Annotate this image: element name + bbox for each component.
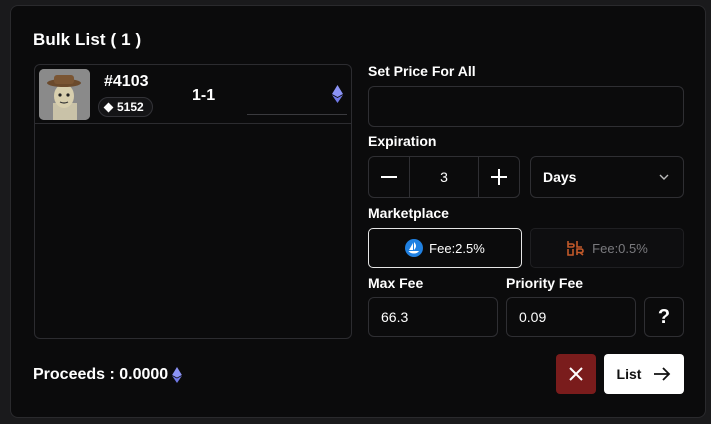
marketplace-opensea-option[interactable]: Fee:2.5% — [368, 228, 522, 268]
expiration-label: Expiration — [368, 133, 437, 149]
list-button-label: List — [616, 366, 642, 382]
eth-icon — [332, 85, 343, 108]
bulk-list-modal: Bulk List ( 1 ) #4103 5152 1-1 Set Price… — [10, 5, 706, 418]
list-item: #4103 5152 1-1 — [35, 65, 351, 124]
help-button[interactable]: ? — [644, 297, 684, 337]
rank-diamond-icon — [103, 102, 114, 112]
listing-items-panel: #4103 5152 1-1 — [34, 64, 352, 339]
item-range: 1-1 — [192, 87, 216, 104]
modal-title: Bulk List ( 1 ) — [33, 30, 142, 49]
blur-logo-icon — [567, 241, 584, 256]
opensea-fee: Fee:2.5% — [429, 240, 485, 256]
chevron-down-icon — [659, 174, 669, 180]
marketplace-blur-option[interactable]: Fee:0.5% — [530, 228, 684, 268]
item-price-input[interactable] — [247, 77, 347, 115]
expiration-unit-select[interactable]: Days — [530, 156, 684, 198]
price-for-all-label: Set Price For All — [368, 63, 476, 79]
expiration-value[interactable]: 3 — [409, 157, 479, 197]
rank-badge: 5152 — [98, 97, 153, 117]
opensea-icon — [405, 239, 424, 257]
proceeds-text: Proceeds : 0.0000 — [33, 366, 169, 383]
expiration-stepper: 3 — [368, 156, 520, 198]
token-id: #4103 — [104, 73, 149, 90]
max-fee-input[interactable]: 66.3 — [368, 297, 498, 337]
blur-fee: Fee:0.5% — [592, 240, 648, 256]
rank-value: 5152 — [117, 100, 144, 114]
marketplace-label: Marketplace — [368, 205, 449, 221]
minus-icon — [381, 176, 397, 178]
proceeds: Proceeds : 0.0000 — [33, 366, 183, 384]
decrement-button[interactable] — [369, 157, 409, 197]
expiration-unit-value: Days — [543, 169, 577, 185]
cancel-button[interactable] — [556, 354, 596, 394]
plus-icon — [491, 169, 507, 185]
nft-thumbnail — [39, 69, 90, 120]
priority-fee-label: Priority Fee — [506, 275, 584, 291]
close-icon — [569, 367, 583, 381]
list-button[interactable]: List — [604, 354, 684, 394]
arrow-right-icon — [654, 367, 671, 381]
increment-button[interactable] — [479, 157, 519, 197]
eth-icon — [172, 367, 183, 383]
max-fee-label: Max Fee — [368, 275, 424, 291]
price-for-all-input[interactable] — [368, 86, 684, 127]
priority-fee-input[interactable]: 0.09 — [506, 297, 636, 337]
